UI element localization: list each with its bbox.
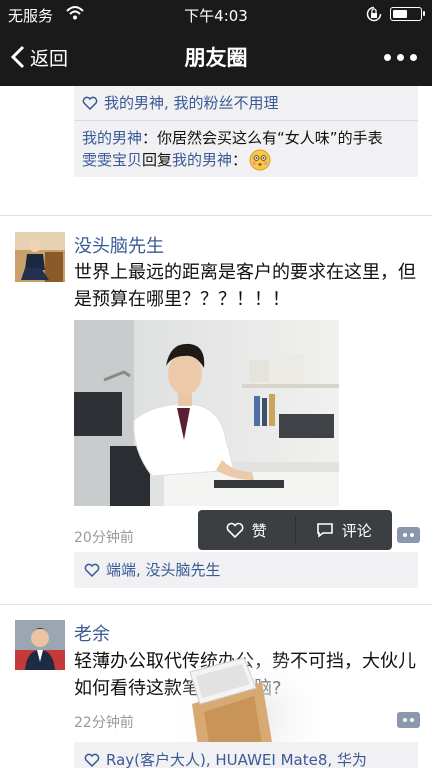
reply-word: 回复	[142, 151, 173, 169]
like-names[interactable]: Ray(客户大人), HUAWEI Mate8, 华为	[106, 749, 367, 768]
avatar-image	[15, 620, 65, 670]
post-author[interactable]: 没头脑先生	[74, 232, 164, 258]
back-label: 返回	[30, 47, 69, 70]
avatar[interactable]	[15, 620, 65, 670]
reply-target[interactable]: 我的男神	[172, 149, 232, 171]
comment-label: 评论	[341, 521, 372, 540]
more-options-button[interactable]	[378, 42, 422, 72]
comment-more-button[interactable]	[397, 712, 420, 728]
post-author[interactable]: 老余	[74, 620, 110, 646]
navigation-bar: 返回 朋友圈	[0, 28, 432, 86]
like-button[interactable]: 赞	[198, 510, 295, 550]
like-box: 端端, 没头脑先生	[74, 552, 418, 588]
comment-button[interactable]: 评论	[296, 510, 393, 550]
comment-author[interactable]: 我的男神	[82, 129, 142, 147]
like-box: Ray(客户大人), HUAWEI Mate8, 华为	[74, 742, 418, 768]
heart-icon	[82, 96, 98, 110]
comment-item[interactable]: 雯雯宝贝 回复 我的男神：	[74, 149, 418, 177]
back-button[interactable]: 返回	[10, 42, 68, 72]
like-comment-popup: 赞 评论	[198, 510, 392, 550]
post-time: 20分钟前	[74, 530, 134, 546]
rotation-lock-icon	[366, 6, 382, 22]
heart-icon	[226, 522, 244, 538]
post-photo[interactable]	[74, 320, 339, 506]
like-list: 端端, 没头脑先生	[74, 552, 418, 588]
moments-timeline[interactable]: 我的男神, 我的粉丝不用理 我的男神：你居然会买这么有“女人味”的手表 雯雯宝贝…	[0, 86, 432, 768]
status-bar: 无服务 下午4:03	[0, 0, 432, 28]
like-list: 我的男神, 我的粉丝不用理	[74, 86, 418, 120]
post-separator	[0, 215, 432, 216]
previous-post-comment-box: 我的男神, 我的粉丝不用理 我的男神：你居然会买这么有“女人味”的手表 雯雯宝贝…	[74, 86, 418, 177]
avatar-image	[15, 232, 65, 282]
like-names[interactable]: 端端, 没头脑先生	[106, 559, 221, 581]
comment-item[interactable]: 我的男神：你居然会买这么有“女人味”的手表	[74, 121, 418, 149]
comment-text: 你居然会买这么有“女人味”的手表	[157, 129, 383, 147]
blush-emoji-icon	[249, 149, 271, 171]
like-names[interactable]: 我的男神, 我的粉丝不用理	[104, 92, 279, 114]
battery-icon	[390, 7, 425, 21]
avatar[interactable]	[15, 232, 65, 282]
post-time: 22分钟前	[74, 715, 134, 731]
post-photo-image	[74, 320, 339, 506]
post-text: 世界上最远的距离是客户的要求在这里，但是预算在哪里？？？！！！	[74, 262, 416, 310]
like-label: 赞	[251, 521, 267, 540]
post-separator	[0, 604, 432, 605]
comment-author[interactable]: 雯雯宝贝	[82, 149, 142, 171]
heart-icon	[84, 753, 100, 767]
like-list: Ray(客户大人), HUAWEI Mate8, 华为	[74, 742, 418, 768]
heart-icon	[84, 563, 100, 577]
comment-bubble-icon	[316, 523, 333, 538]
chevron-left-icon	[10, 45, 25, 69]
battery-level	[393, 10, 407, 18]
comment-more-button[interactable]	[397, 527, 420, 543]
